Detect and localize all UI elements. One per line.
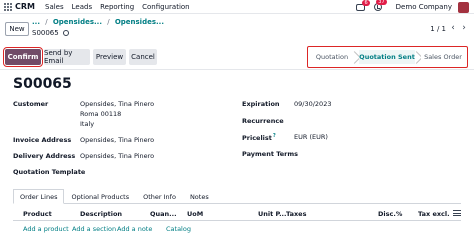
- add-section-link[interactable]: Add a section: [72, 225, 116, 233]
- company-switcher[interactable]: Demo Company: [396, 3, 452, 11]
- col-unit-price[interactable]: Unit P...: [258, 210, 286, 218]
- app-menu-icon[interactable]: [4, 2, 12, 11]
- column-settings-icon[interactable]: [453, 209, 461, 217]
- add-note-link[interactable]: Add a note: [117, 225, 152, 233]
- status-bar: Quotation Quotation Sent Sales Order: [307, 46, 468, 68]
- customer-city: Roma 00118: [80, 110, 122, 118]
- menu-reporting[interactable]: Reporting: [100, 3, 134, 11]
- new-button[interactable]: New: [5, 22, 29, 36]
- pricelist-field[interactable]: EUR (EUR): [294, 133, 328, 141]
- menu-configuration[interactable]: Configuration: [142, 3, 189, 11]
- app-name[interactable]: CRM: [15, 2, 35, 11]
- col-tax-excl[interactable]: Tax excl.: [418, 210, 450, 218]
- breadcrumb-separator: /: [45, 18, 48, 26]
- record-title: S00065: [32, 29, 69, 37]
- delivery-address-label: Delivery Address: [13, 152, 76, 160]
- cancel-button[interactable]: Cancel: [129, 49, 157, 65]
- document-name: S00065: [13, 76, 72, 92]
- control-panel: New ... / Opensides... / Opensides... S0…: [0, 14, 474, 44]
- payment-terms-label: Payment Terms: [242, 150, 299, 158]
- breadcrumb-item-1[interactable]: Opensides...: [53, 18, 102, 26]
- recurrence-label: Recurrence: [242, 117, 284, 125]
- col-uom[interactable]: UoM: [187, 210, 203, 218]
- activity-clock-icon[interactable]: 37: [373, 0, 387, 11]
- pricelist-label-text: Pricelist: [242, 134, 272, 143]
- breadcrumb-item-2[interactable]: Opensides...: [115, 18, 164, 26]
- pager-next-icon[interactable]: ›: [459, 23, 469, 33]
- col-product[interactable]: Product: [23, 210, 52, 218]
- activity-badge: 37: [376, 0, 387, 5]
- stage-quotation-sent[interactable]: Quotation Sent: [359, 50, 415, 64]
- user-avatar[interactable]: [458, 1, 469, 13]
- expiration-label: Expiration: [242, 100, 280, 108]
- record-title-text: S00065: [32, 29, 59, 37]
- stage-sales-order[interactable]: Sales Order: [421, 50, 465, 64]
- top-navbar: CRM Sales Leads Reporting Configuration …: [0, 0, 474, 14]
- action-bar: Confirm Send by Email Preview Cancel Quo…: [0, 44, 474, 70]
- col-discount[interactable]: Disc.%: [378, 210, 402, 218]
- gear-icon[interactable]: [62, 30, 69, 36]
- breadcrumb-ellipsis[interactable]: ...: [32, 18, 40, 26]
- chat-badge: 6: [362, 0, 370, 6]
- chat-icon[interactable]: 6: [355, 0, 370, 11]
- customer-country: Italy: [80, 120, 95, 128]
- menu-leads[interactable]: Leads: [72, 3, 92, 11]
- tab-optional-products[interactable]: Optional Products: [64, 189, 136, 204]
- customer-name[interactable]: Opensides, Tina Pinero: [80, 100, 154, 108]
- tab-notes[interactable]: Notes: [183, 189, 216, 204]
- pricelist-label: Pricelist?: [242, 133, 276, 142]
- invoice-address-label: Invoice Address: [13, 136, 72, 144]
- invoice-address-field[interactable]: Opensides, Tina Pinero: [80, 136, 154, 144]
- breadcrumb: ... / Opensides... / Opensides...: [32, 18, 164, 26]
- notebook-tabs: Order Lines Optional Products Other Info…: [13, 189, 461, 204]
- catalog-link[interactable]: Catalog: [166, 225, 191, 233]
- quotation-template-label: Quotation Template: [13, 168, 86, 176]
- help-icon[interactable]: ?: [273, 133, 276, 139]
- col-description[interactable]: Description: [80, 210, 122, 218]
- pager-value[interactable]: 1 / 1: [430, 25, 446, 33]
- pager-prev-icon[interactable]: ‹: [448, 23, 458, 33]
- add-product-link[interactable]: Add a product: [23, 225, 69, 233]
- customer-label: Customer: [13, 100, 49, 108]
- confirm-button[interactable]: Confirm: [3, 47, 43, 67]
- col-taxes[interactable]: Taxes: [286, 210, 306, 218]
- tab-order-lines[interactable]: Order Lines: [13, 189, 65, 204]
- order-lines-header: Product Description Quan... UoM Unit P..…: [13, 206, 461, 221]
- delivery-address-field[interactable]: Opensides, Tina Pinero: [80, 152, 154, 160]
- form-sheet: S00065 Customer Opensides, Tina Pinero R…: [0, 70, 474, 243]
- expiration-field[interactable]: 09/30/2023: [294, 100, 331, 108]
- menu-sales[interactable]: Sales: [45, 3, 64, 11]
- breadcrumb-separator: /: [107, 18, 110, 26]
- tab-other-info[interactable]: Other Info: [136, 189, 183, 204]
- send-by-email-button[interactable]: Send by Email: [44, 49, 90, 65]
- preview-button[interactable]: Preview: [93, 49, 126, 65]
- col-quantity[interactable]: Quan...: [150, 210, 177, 218]
